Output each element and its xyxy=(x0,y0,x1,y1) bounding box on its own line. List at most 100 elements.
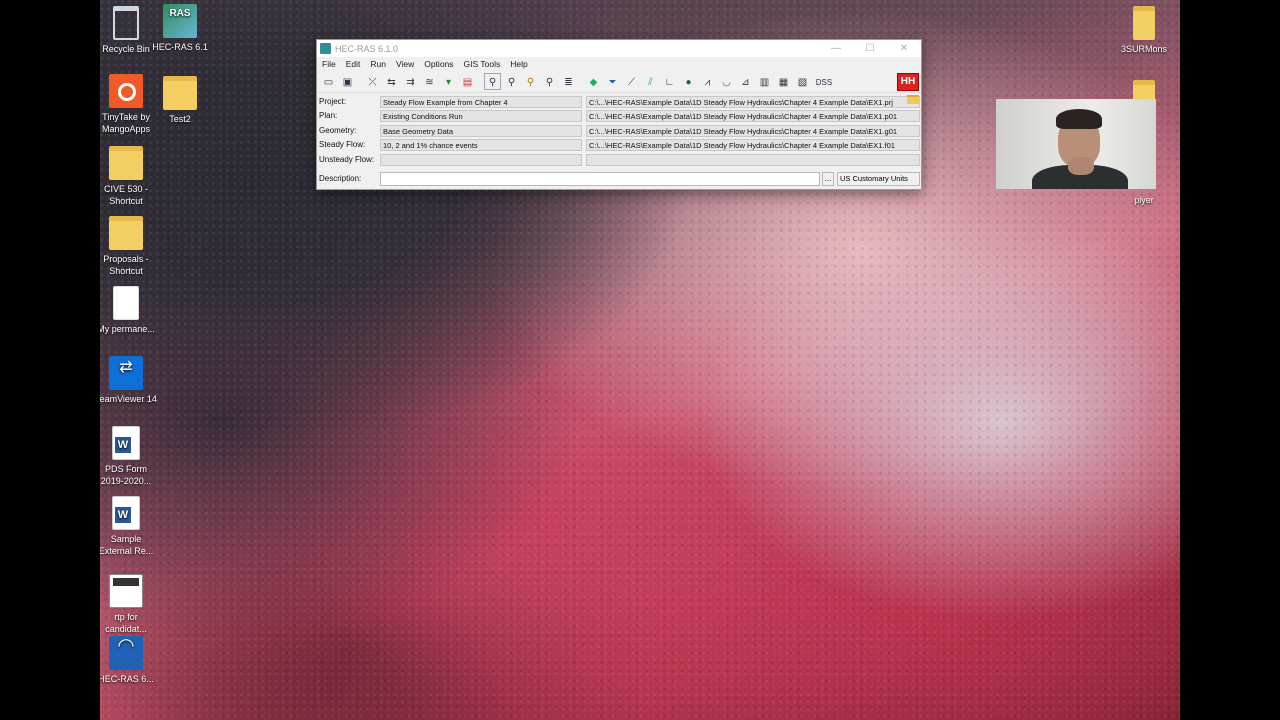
menu-options[interactable]: Options xyxy=(424,59,453,69)
desktop-icon-label: HEC-RAS 6... xyxy=(100,674,154,684)
desktop-icon-hec-ras[interactable]: RAS HEC-RAS 6.1 xyxy=(148,4,212,53)
quasi-unsteady-icon[interactable]: ≋ xyxy=(421,73,438,90)
unsteady-flow-title-field[interactable] xyxy=(380,154,582,166)
plan-path-field[interactable]: C:\...\HEC-RAS\Example Data\1D Steady Fl… xyxy=(586,110,920,122)
webcam-overlay xyxy=(996,99,1156,189)
project-path-field[interactable]: C:\...\HEC-RAS\Example Data\1D Steady Fl… xyxy=(586,96,920,108)
desktop-icon-label: rtp for candidat... xyxy=(105,612,147,634)
folder-icon xyxy=(109,216,143,250)
geometry-label: Geometry: xyxy=(319,126,357,135)
desktop-icon-pds-form[interactable]: PDS Form 2019-2020... xyxy=(100,426,158,487)
profile-plot-icon[interactable]: ⟋ xyxy=(623,73,640,90)
plan-title-field[interactable]: Existing Conditions Run xyxy=(380,110,582,122)
hec-ras-app-icon xyxy=(320,43,331,54)
unsteady-analysis-icon[interactable]: ⚲ xyxy=(503,73,520,90)
pdf-document-icon xyxy=(109,574,143,608)
save-icon[interactable]: ▣ xyxy=(339,73,356,90)
folder-icon xyxy=(109,146,143,180)
steady-flow-path-field[interactable]: C:\...\HEC-RAS\Example Data\1D Steady Fl… xyxy=(586,139,920,151)
xyz-plot-icon[interactable]: ● xyxy=(680,73,697,90)
summary-icon[interactable]: ▧ xyxy=(794,73,811,90)
desktop-icon-hec-ras-shortcut[interactable]: HEC-RAS 6... xyxy=(100,636,158,685)
units-display: US Customary Units xyxy=(837,172,920,186)
desktop-icon-label: plyer xyxy=(1134,195,1154,205)
desktop-icon-label: Test2 xyxy=(169,114,191,124)
desktop-icon-label: 3SURMons xyxy=(1120,44,1167,54)
project-title-field[interactable]: Steady Flow Example from Chapter 4 xyxy=(380,96,582,108)
open-icon[interactable]: ▭ xyxy=(320,73,337,90)
hec-ras-badge: RAS xyxy=(169,8,191,19)
toolbar: ▭ ▣ ⤫ ⇆ ⇉ ≋ ▾ ▤ ⚲ ⚲ ⚲ ⚲ ≣ ◆ ⏷ ⟋ ⫽ ∟ ● ⩘ … xyxy=(317,71,921,93)
desktop-icon-test2[interactable]: Test2 xyxy=(148,76,212,125)
desktop-icon-label: My permane... xyxy=(100,324,155,334)
desktop-icon-right-folder-1[interactable]: 3SURMons xyxy=(1112,6,1176,55)
desktop-icon-cive530[interactable]: CIVE 530 - Shortcut xyxy=(100,146,158,207)
unsteady-flow-path-field[interactable] xyxy=(586,154,920,166)
sediment-icon[interactable]: ▾ xyxy=(440,73,457,90)
geometry-path-field[interactable]: C:\...\HEC-RAS\Example Data\1D Steady Fl… xyxy=(586,125,920,137)
desktop-icon-label: CIVE 530 - Shortcut xyxy=(103,184,149,206)
description-input[interactable] xyxy=(380,172,820,186)
usace-castle-icon[interactable]: HH xyxy=(897,73,919,91)
desktop-icon-proposals[interactable]: Proposals - Shortcut xyxy=(100,216,158,277)
open-folder-icon[interactable] xyxy=(907,95,919,104)
desktop-icon-label: Sample External Re... xyxy=(100,534,154,556)
screen: Recycle Bin RAS HEC-RAS 6.1 TinyTake by … xyxy=(0,0,1280,720)
project-label: Project: xyxy=(319,97,347,106)
desktop-icon-rtp[interactable]: rtp for candidat... xyxy=(100,574,158,635)
steady-flow-title-field[interactable]: 10, 2 and 1% chance events xyxy=(380,139,582,151)
cross-section-plot-icon[interactable]: ⏷ xyxy=(604,73,621,90)
hydrograph-icon[interactable]: ◡ xyxy=(718,73,735,90)
window-title: HEC-RAS 6.1.0 xyxy=(335,43,399,54)
table-icon[interactable]: ▥ xyxy=(756,73,773,90)
maximize-button[interactable]: ☐ xyxy=(853,40,887,57)
webcam-person-hair xyxy=(1056,109,1102,129)
geometry-edit-icon[interactable]: ⤫ xyxy=(364,73,381,90)
menu-view[interactable]: View xyxy=(396,59,414,69)
desktop-icon-my-permanent[interactable]: My permane... xyxy=(100,286,158,335)
ras-mapper-layers-icon[interactable]: ◆ xyxy=(585,73,602,90)
menu-file[interactable]: File xyxy=(322,59,336,69)
rating-curve-icon[interactable]: ∟ xyxy=(661,73,678,90)
steady-flow-label: Steady Flow: xyxy=(319,140,366,149)
desktop-icon-label: Proposals - Shortcut xyxy=(103,254,149,276)
hydraulic-design-icon[interactable]: ⚲ xyxy=(541,73,558,90)
desktop-icon-label: HEC-RAS 6.1 xyxy=(152,42,208,52)
desktop-icon-sample-external[interactable]: Sample External Re... xyxy=(100,496,158,557)
desktop-icon-label: TeamViewer 14 xyxy=(100,394,157,404)
window-titlebar[interactable]: HEC-RAS 6.1.0 — ☐ ✕ xyxy=(317,40,921,57)
minimize-button[interactable]: — xyxy=(819,40,853,57)
stage-flow-plot-icon[interactable]: ⩘ xyxy=(699,73,716,90)
plan-label: Plan: xyxy=(319,111,338,120)
close-button[interactable]: ✕ xyxy=(887,40,921,57)
menu-gis-tools[interactable]: GIS Tools xyxy=(464,59,501,69)
folder-icon xyxy=(163,76,197,110)
hec-ras-window[interactable]: HEC-RAS 6.1.0 — ☐ ✕ File Edit Run View O… xyxy=(316,39,922,190)
steady-flow-icon[interactable]: ⇆ xyxy=(383,73,400,90)
document-icon xyxy=(113,286,139,320)
hec-ras-icon: RAS xyxy=(163,4,197,38)
steady-analysis-icon[interactable]: ⚲ xyxy=(484,73,501,90)
ras-mapper-icon[interactable]: ≣ xyxy=(560,73,577,90)
menu-run[interactable]: Run xyxy=(370,59,386,69)
hec-ras-shortcut-icon xyxy=(109,636,143,670)
project-fields: Project: Steady Flow Example from Chapte… xyxy=(317,93,921,188)
unsteady-flow-label: Unsteady Flow: xyxy=(319,155,375,164)
unsteady-flow-icon[interactable]: ⇉ xyxy=(402,73,419,90)
description-label: Description: xyxy=(319,174,362,183)
water-quality-icon[interactable]: ▤ xyxy=(459,73,476,90)
recycle-bin-icon xyxy=(113,6,139,40)
general-profile-icon[interactable]: ⫽ xyxy=(642,73,659,90)
dss-icon[interactable]: DSS xyxy=(813,73,835,90)
detailed-output-icon[interactable]: ⊿ xyxy=(737,73,754,90)
sediment-analysis-icon[interactable]: ⚲ xyxy=(522,73,539,90)
menu-edit[interactable]: Edit xyxy=(346,59,361,69)
teamviewer-icon xyxy=(109,356,143,390)
folder-icon xyxy=(1133,6,1155,40)
description-ellipsis-button[interactable]: ... xyxy=(822,172,834,186)
menu-help[interactable]: Help xyxy=(510,59,527,69)
desktop-icon-teamviewer[interactable]: TeamViewer 14 xyxy=(100,356,158,405)
word-document-icon xyxy=(112,496,140,530)
profile-table-icon[interactable]: ▦ xyxy=(775,73,792,90)
geometry-title-field[interactable]: Base Geometry Data xyxy=(380,125,582,137)
